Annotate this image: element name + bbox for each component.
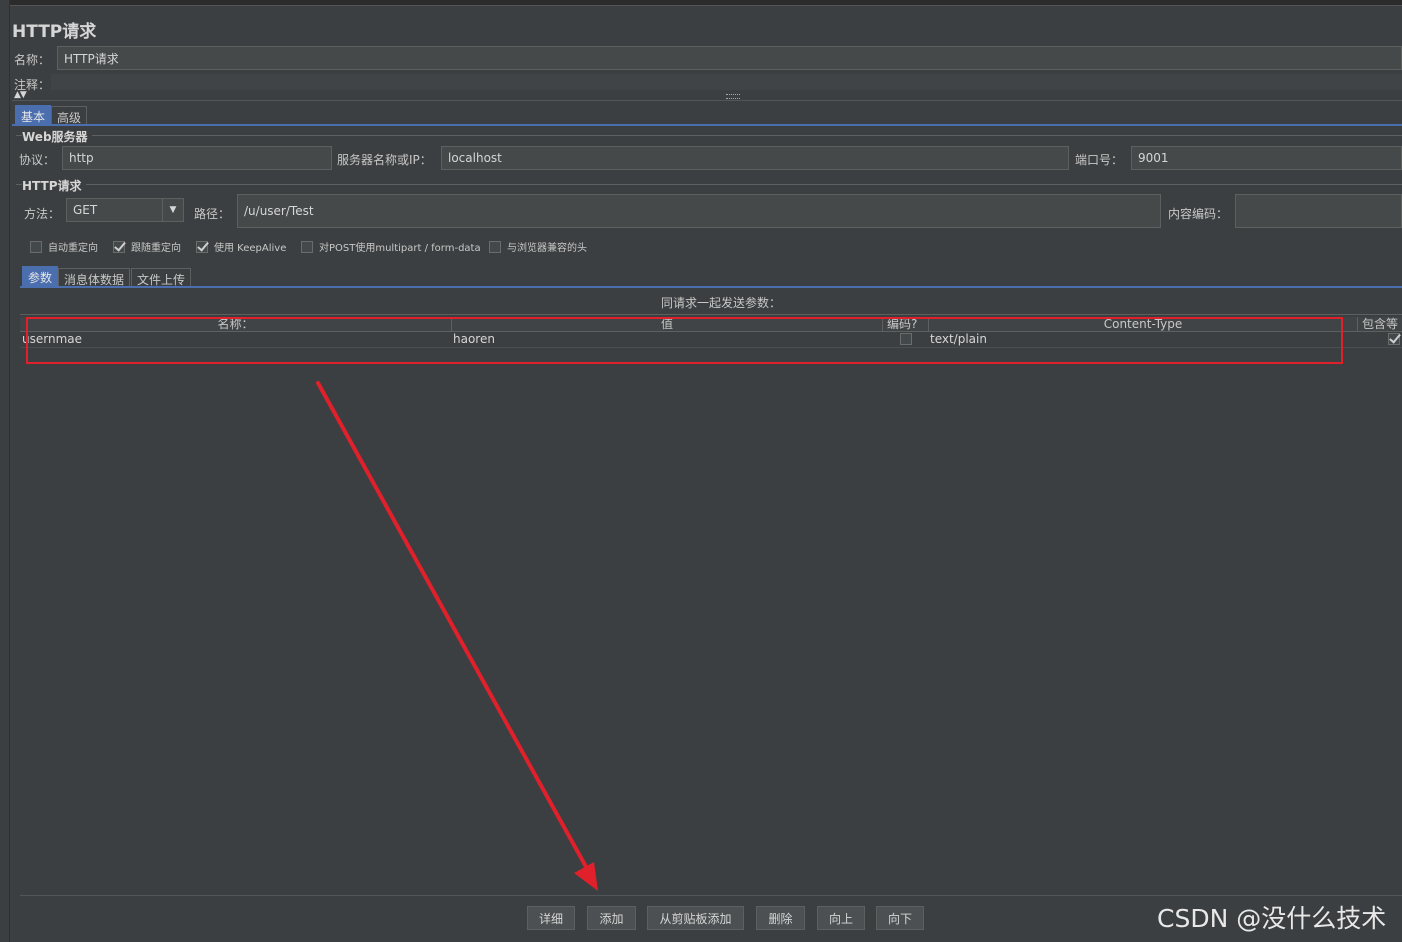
add-from-clipboard-button[interactable]: 从剪贴板添加 [647, 906, 744, 930]
add-button[interactable]: 添加 [587, 906, 636, 930]
watermark-text: CSDN @没什么技术 [1157, 904, 1387, 933]
bottom-separator [20, 895, 1402, 896]
move-down-button[interactable]: 向下 [876, 906, 924, 930]
delete-button[interactable]: 删除 [756, 906, 805, 930]
move-up-button[interactable]: 向上 [817, 906, 865, 930]
arrow-shaft [316, 381, 592, 876]
detail-button[interactable]: 详细 [527, 906, 575, 930]
annotation-arrow [316, 381, 598, 891]
